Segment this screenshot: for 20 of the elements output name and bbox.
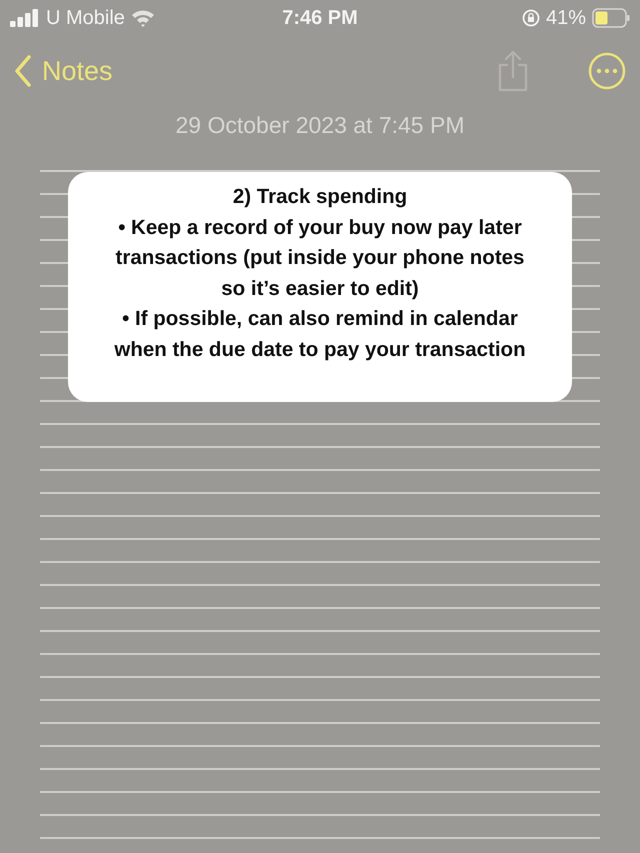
chevron-left-icon	[14, 55, 32, 87]
rotation-lock-icon	[522, 9, 540, 27]
battery-icon	[592, 8, 630, 28]
card-text-line: • Keep a record of your buy now pay later	[118, 214, 522, 240]
note-date: 29 October 2023 at 7:45 PM	[174, 111, 466, 140]
carrier-name: U Mobile	[46, 6, 125, 30]
wifi-icon	[130, 9, 155, 27]
card-text-line: 2) Track spending	[232, 184, 408, 210]
card-text-line: when the due date to pay your transaction	[114, 336, 526, 362]
more-icon	[588, 52, 626, 90]
clock-time: 7:46 PM	[282, 6, 358, 30]
battery-percent: 41%	[546, 6, 586, 30]
share-button[interactable]	[496, 50, 530, 92]
back-button[interactable]: Notes	[14, 55, 113, 87]
signal-icon	[10, 9, 40, 27]
card-text-line: transactions (put inside your phone notes	[116, 245, 524, 271]
share-icon	[496, 50, 530, 92]
more-button[interactable]	[588, 52, 626, 90]
card-text-line: so it’s easier to edit)	[221, 276, 419, 302]
card-text-line: • If possible, can also remind in calendar	[122, 306, 518, 332]
